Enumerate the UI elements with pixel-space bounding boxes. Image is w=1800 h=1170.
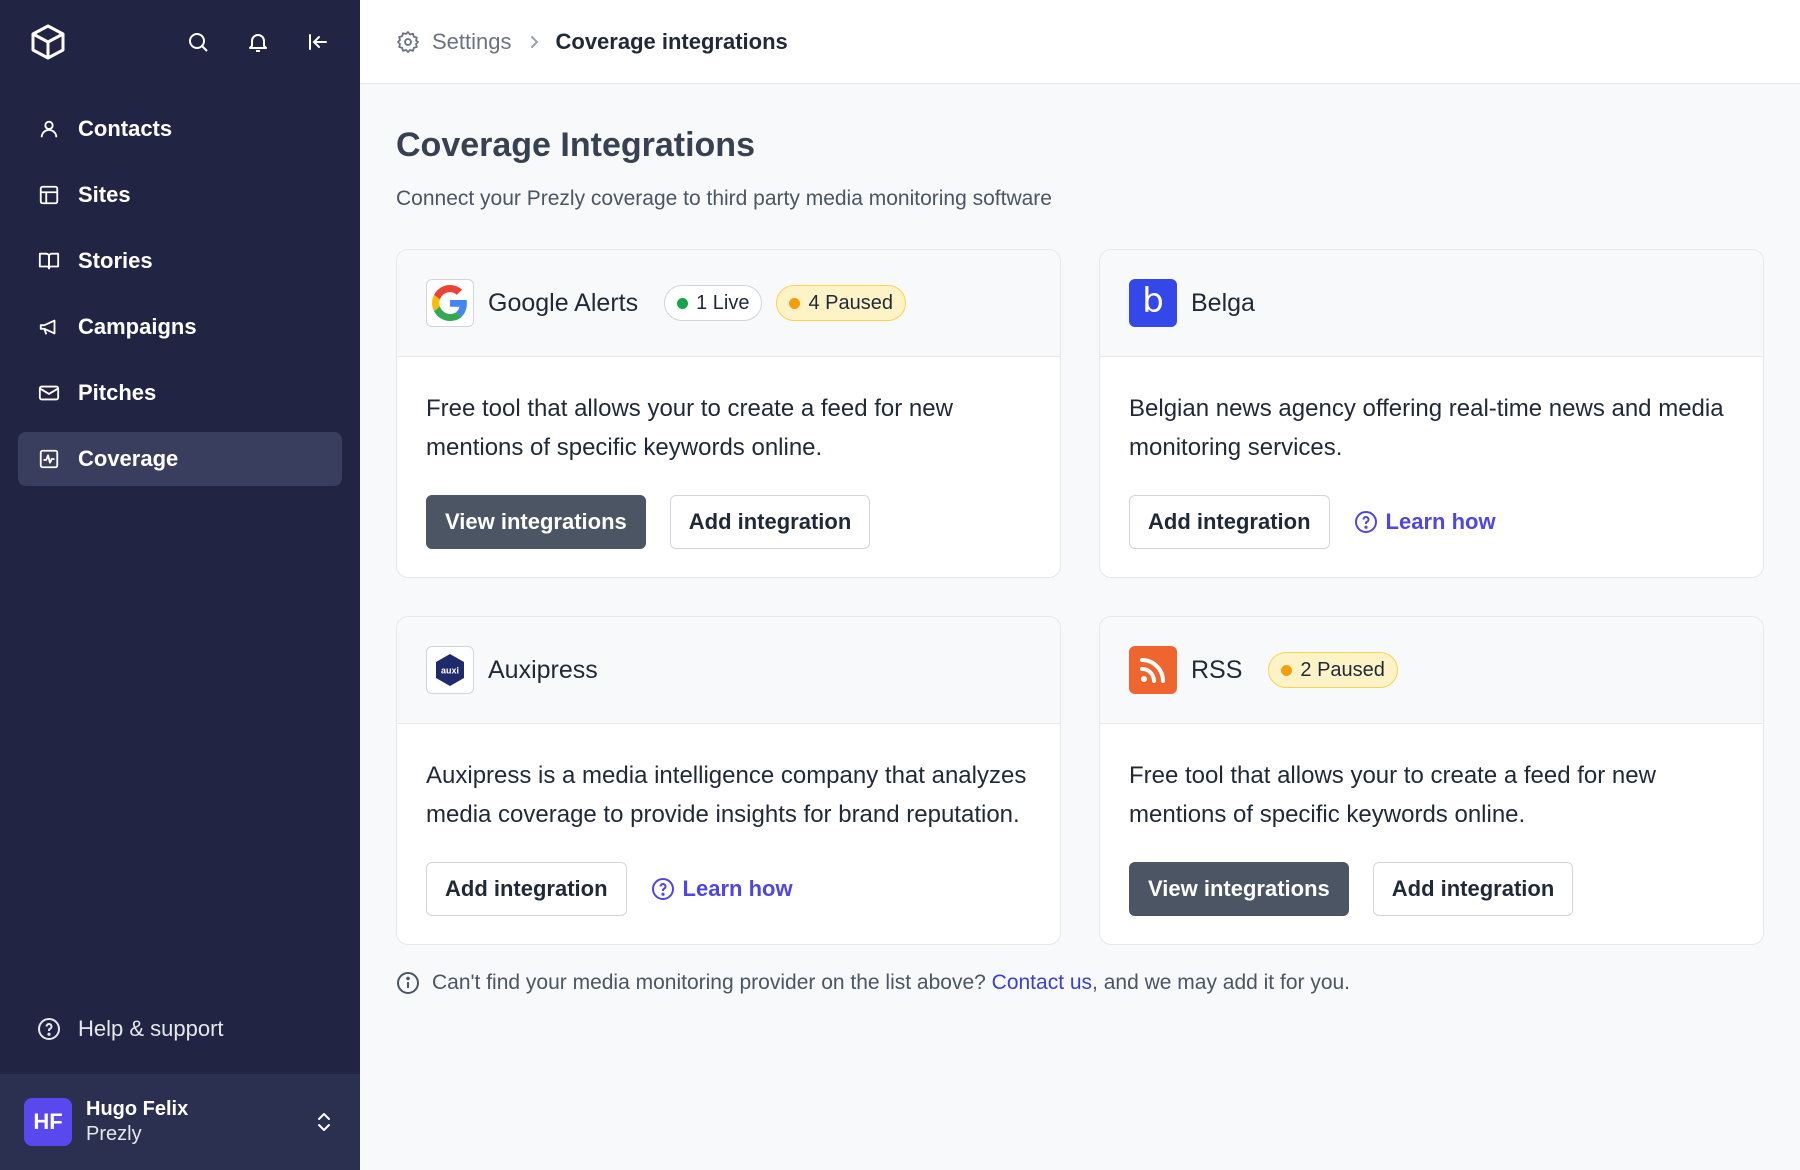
integration-name: Google Alerts (488, 288, 639, 317)
status-badge-paused: 2 Paused (1268, 652, 1398, 688)
integration-description: Auxipress is a media intelligence compan… (426, 762, 1027, 828)
belga-logo-icon: b (1129, 279, 1177, 327)
learn-how-label: Learn how (682, 876, 793, 901)
help-circle-icon (36, 1016, 62, 1042)
sidebar-item-coverage[interactable]: Coverage (18, 432, 342, 486)
breadcrumb: Settings Coverage integrations (360, 0, 1800, 84)
status-badge-paused: 4 Paused (776, 285, 906, 321)
help-circle-icon (1354, 511, 1377, 533)
main-content: Coverage Integrations Connect your Prezl… (396, 84, 1764, 995)
badge-label: 2 Paused (1300, 658, 1385, 681)
footnote-text: Can't find your media monitoring provide… (432, 971, 992, 994)
badge-label: 4 Paused (808, 291, 893, 314)
sidebar-item-label: Sites (78, 182, 131, 207)
sidebar-item-contacts[interactable]: Contacts (18, 102, 342, 156)
add-integration-button[interactable]: Add integration (426, 862, 627, 916)
sidebar-item-label: Contacts (78, 116, 173, 141)
book-icon (36, 248, 62, 274)
paused-dot-icon (789, 297, 801, 309)
prezly-logo-icon[interactable] (28, 22, 68, 62)
add-integration-button[interactable]: Add integration (1372, 862, 1574, 916)
bell-icon[interactable] (244, 28, 272, 56)
add-integration-button[interactable]: Add integration (669, 495, 871, 549)
search-icon[interactable] (184, 28, 212, 56)
auxipress-logo-icon: auxi (426, 646, 474, 694)
integration-description: Belgian news agency offering real-time n… (1129, 395, 1724, 461)
add-integration-button[interactable]: Add integration (1129, 495, 1330, 549)
sidebar: Contacts Sites Stories Campaigns Pitches (0, 0, 360, 1170)
integration-name: Auxipress (488, 655, 598, 684)
avatar: HF (24, 1098, 72, 1146)
footnote: Can't find your media monitoring provide… (396, 971, 1764, 995)
sidebar-item-label: Pitches (78, 380, 157, 405)
help-support-link[interactable]: Help & support (18, 996, 342, 1062)
google-logo-icon (426, 279, 474, 327)
sidebar-header (0, 0, 360, 84)
badge-label: 1 Live (696, 291, 750, 314)
integration-name: RSS (1191, 655, 1243, 684)
info-icon (397, 972, 419, 994)
integration-card-google-alerts: Google Alerts 1 Live 4 Paused Free tool … (396, 249, 1061, 578)
user-name: Hugo Felix (86, 1098, 189, 1120)
footnote-text-end: , and we may add it for you. (1092, 971, 1351, 994)
gear-icon (396, 30, 420, 54)
user-icon (36, 116, 62, 142)
status-badge-live: 1 Live (664, 285, 763, 321)
live-dot-icon (677, 297, 689, 309)
mail-icon (36, 380, 62, 406)
help-circle-icon (651, 878, 674, 900)
sidebar-item-label: Coverage (78, 446, 179, 471)
view-integrations-button[interactable]: View integrations (426, 495, 646, 549)
layout-icon (36, 182, 62, 208)
page-subtitle: Connect your Prezly coverage to third pa… (396, 187, 1052, 210)
integration-description: Free tool that allows your to create a f… (426, 395, 953, 461)
view-integrations-button[interactable]: View integrations (1129, 862, 1349, 916)
sidebar-item-campaigns[interactable]: Campaigns (18, 300, 342, 354)
collapse-sidebar-icon[interactable] (304, 28, 332, 56)
integration-description: Free tool that allows your to create a f… (1129, 762, 1656, 828)
learn-how-link[interactable]: Learn how (651, 876, 793, 902)
chevron-right-icon (524, 35, 544, 49)
paused-dot-icon (1281, 664, 1293, 676)
integration-card-rss: RSS 2 Paused Free tool that allows your … (1099, 616, 1764, 945)
sidebar-item-sites[interactable]: Sites (18, 168, 342, 222)
learn-how-link[interactable]: Learn how (1354, 509, 1496, 535)
learn-how-label: Learn how (1385, 509, 1496, 534)
integration-card-belga: b Belga Belgian news agency offering rea… (1099, 249, 1764, 578)
sidebar-item-label: Stories (78, 248, 153, 273)
contact-us-link[interactable]: Contact us (992, 971, 1092, 994)
rss-logo-icon (1129, 646, 1177, 694)
svg-text:auxi: auxi (441, 666, 459, 676)
chevron-up-down-icon (312, 1108, 336, 1136)
page-title: Coverage Integrations (396, 126, 755, 164)
integration-card-auxipress: auxi Auxipress Auxipress is a media inte… (396, 616, 1061, 945)
user-org: Prezly (86, 1123, 142, 1145)
help-label: Help & support (78, 1016, 224, 1041)
sidebar-item-pitches[interactable]: Pitches (18, 366, 342, 420)
sidebar-item-label: Campaigns (78, 314, 197, 339)
breadcrumb-current: Coverage integrations (555, 28, 788, 54)
user-menu[interactable]: HF Hugo Felix Prezly (0, 1074, 360, 1170)
chart-icon (36, 446, 62, 472)
sidebar-item-stories[interactable]: Stories (18, 234, 342, 288)
megaphone-icon (36, 314, 62, 340)
integration-name: Belga (1191, 288, 1255, 317)
breadcrumb-settings[interactable]: Settings (432, 29, 512, 55)
sidebar-nav: Contacts Sites Stories Campaigns Pitches (0, 84, 360, 486)
integrations-grid: Google Alerts 1 Live 4 Paused Free tool … (396, 249, 1764, 945)
